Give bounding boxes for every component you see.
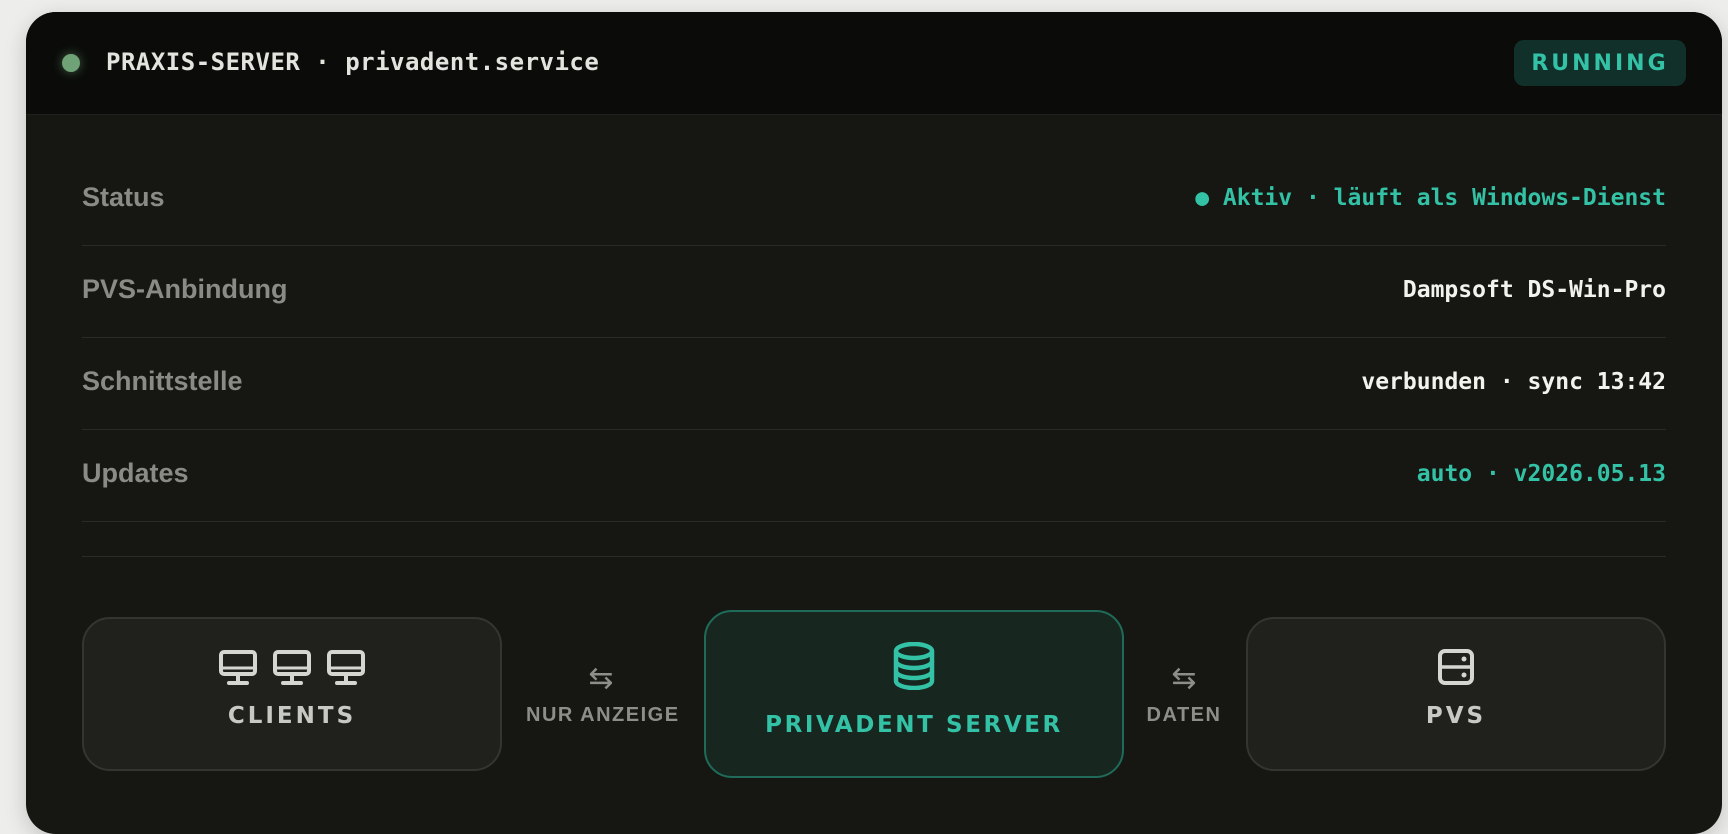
status-indicator-dot <box>62 54 80 72</box>
connector-server-pvs: ⇆ DATEN <box>1136 664 1232 727</box>
detail-value: auto · v2026.05.13 <box>1416 460 1666 487</box>
server-label: PRIVADENT SERVER <box>765 712 1063 738</box>
detail-label: Schnittstelle <box>82 366 243 396</box>
service-title: PRAXIS-SERVER · privadent.service <box>106 48 600 76</box>
service-details: Status ● Aktiv · läuft als Windows-Diens… <box>82 154 1666 522</box>
detail-value: verbunden · sync 13:42 <box>1361 368 1666 395</box>
monitor-icon <box>327 650 365 685</box>
server-icon-wrap <box>892 641 936 691</box>
detail-label: PVS-Anbindung <box>82 274 288 304</box>
detail-value: Dampsoft DS-Win-Pro <box>1402 276 1666 303</box>
clients-node: CLIENTS <box>82 617 502 771</box>
privadent-server-node: PRIVADENT SERVER <box>704 610 1124 778</box>
connector-label: NUR ANZEIGE <box>526 704 680 726</box>
pvs-label: PVS <box>1425 703 1487 729</box>
detail-row-schnittstelle: Schnittstelle verbunden · sync 13:42 <box>82 338 1666 430</box>
server-icon <box>1438 649 1474 685</box>
detail-row-status: Status ● Aktiv · läuft als Windows-Diens… <box>82 154 1666 246</box>
detail-label: Status <box>82 182 165 212</box>
swap-arrows-icon: ⇆ <box>1171 661 1197 696</box>
database-icon <box>893 641 935 691</box>
clients-icons <box>218 649 366 689</box>
monitor-icon <box>219 650 257 685</box>
pvs-icon-wrap <box>1438 649 1474 689</box>
connector-label: DATEN <box>1146 704 1222 726</box>
detail-row-updates: Updates auto · v2026.05.13 <box>82 430 1666 522</box>
detail-row-pvs-anbindung: PVS-Anbindung Dampsoft DS-Win-Pro <box>82 246 1666 338</box>
connector-clients-server: ⇆ NUR ANZEIGE <box>526 661 680 727</box>
section-divider <box>82 556 1666 557</box>
detail-label: Updates <box>82 458 189 488</box>
service-panel: PRAXIS-SERVER · privadent.service RUNNIN… <box>26 12 1722 834</box>
clients-label: CLIENTS <box>227 703 357 729</box>
service-header: PRAXIS-SERVER · privadent.service RUNNIN… <box>26 12 1722 115</box>
swap-arrows-icon: ⇆ <box>588 661 614 696</box>
detail-value: ● Aktiv · läuft als Windows-Dienst <box>1195 184 1666 211</box>
monitor-icon <box>273 650 311 685</box>
status-badge: RUNNING <box>1514 40 1686 86</box>
pvs-node: PVS <box>1246 617 1666 771</box>
